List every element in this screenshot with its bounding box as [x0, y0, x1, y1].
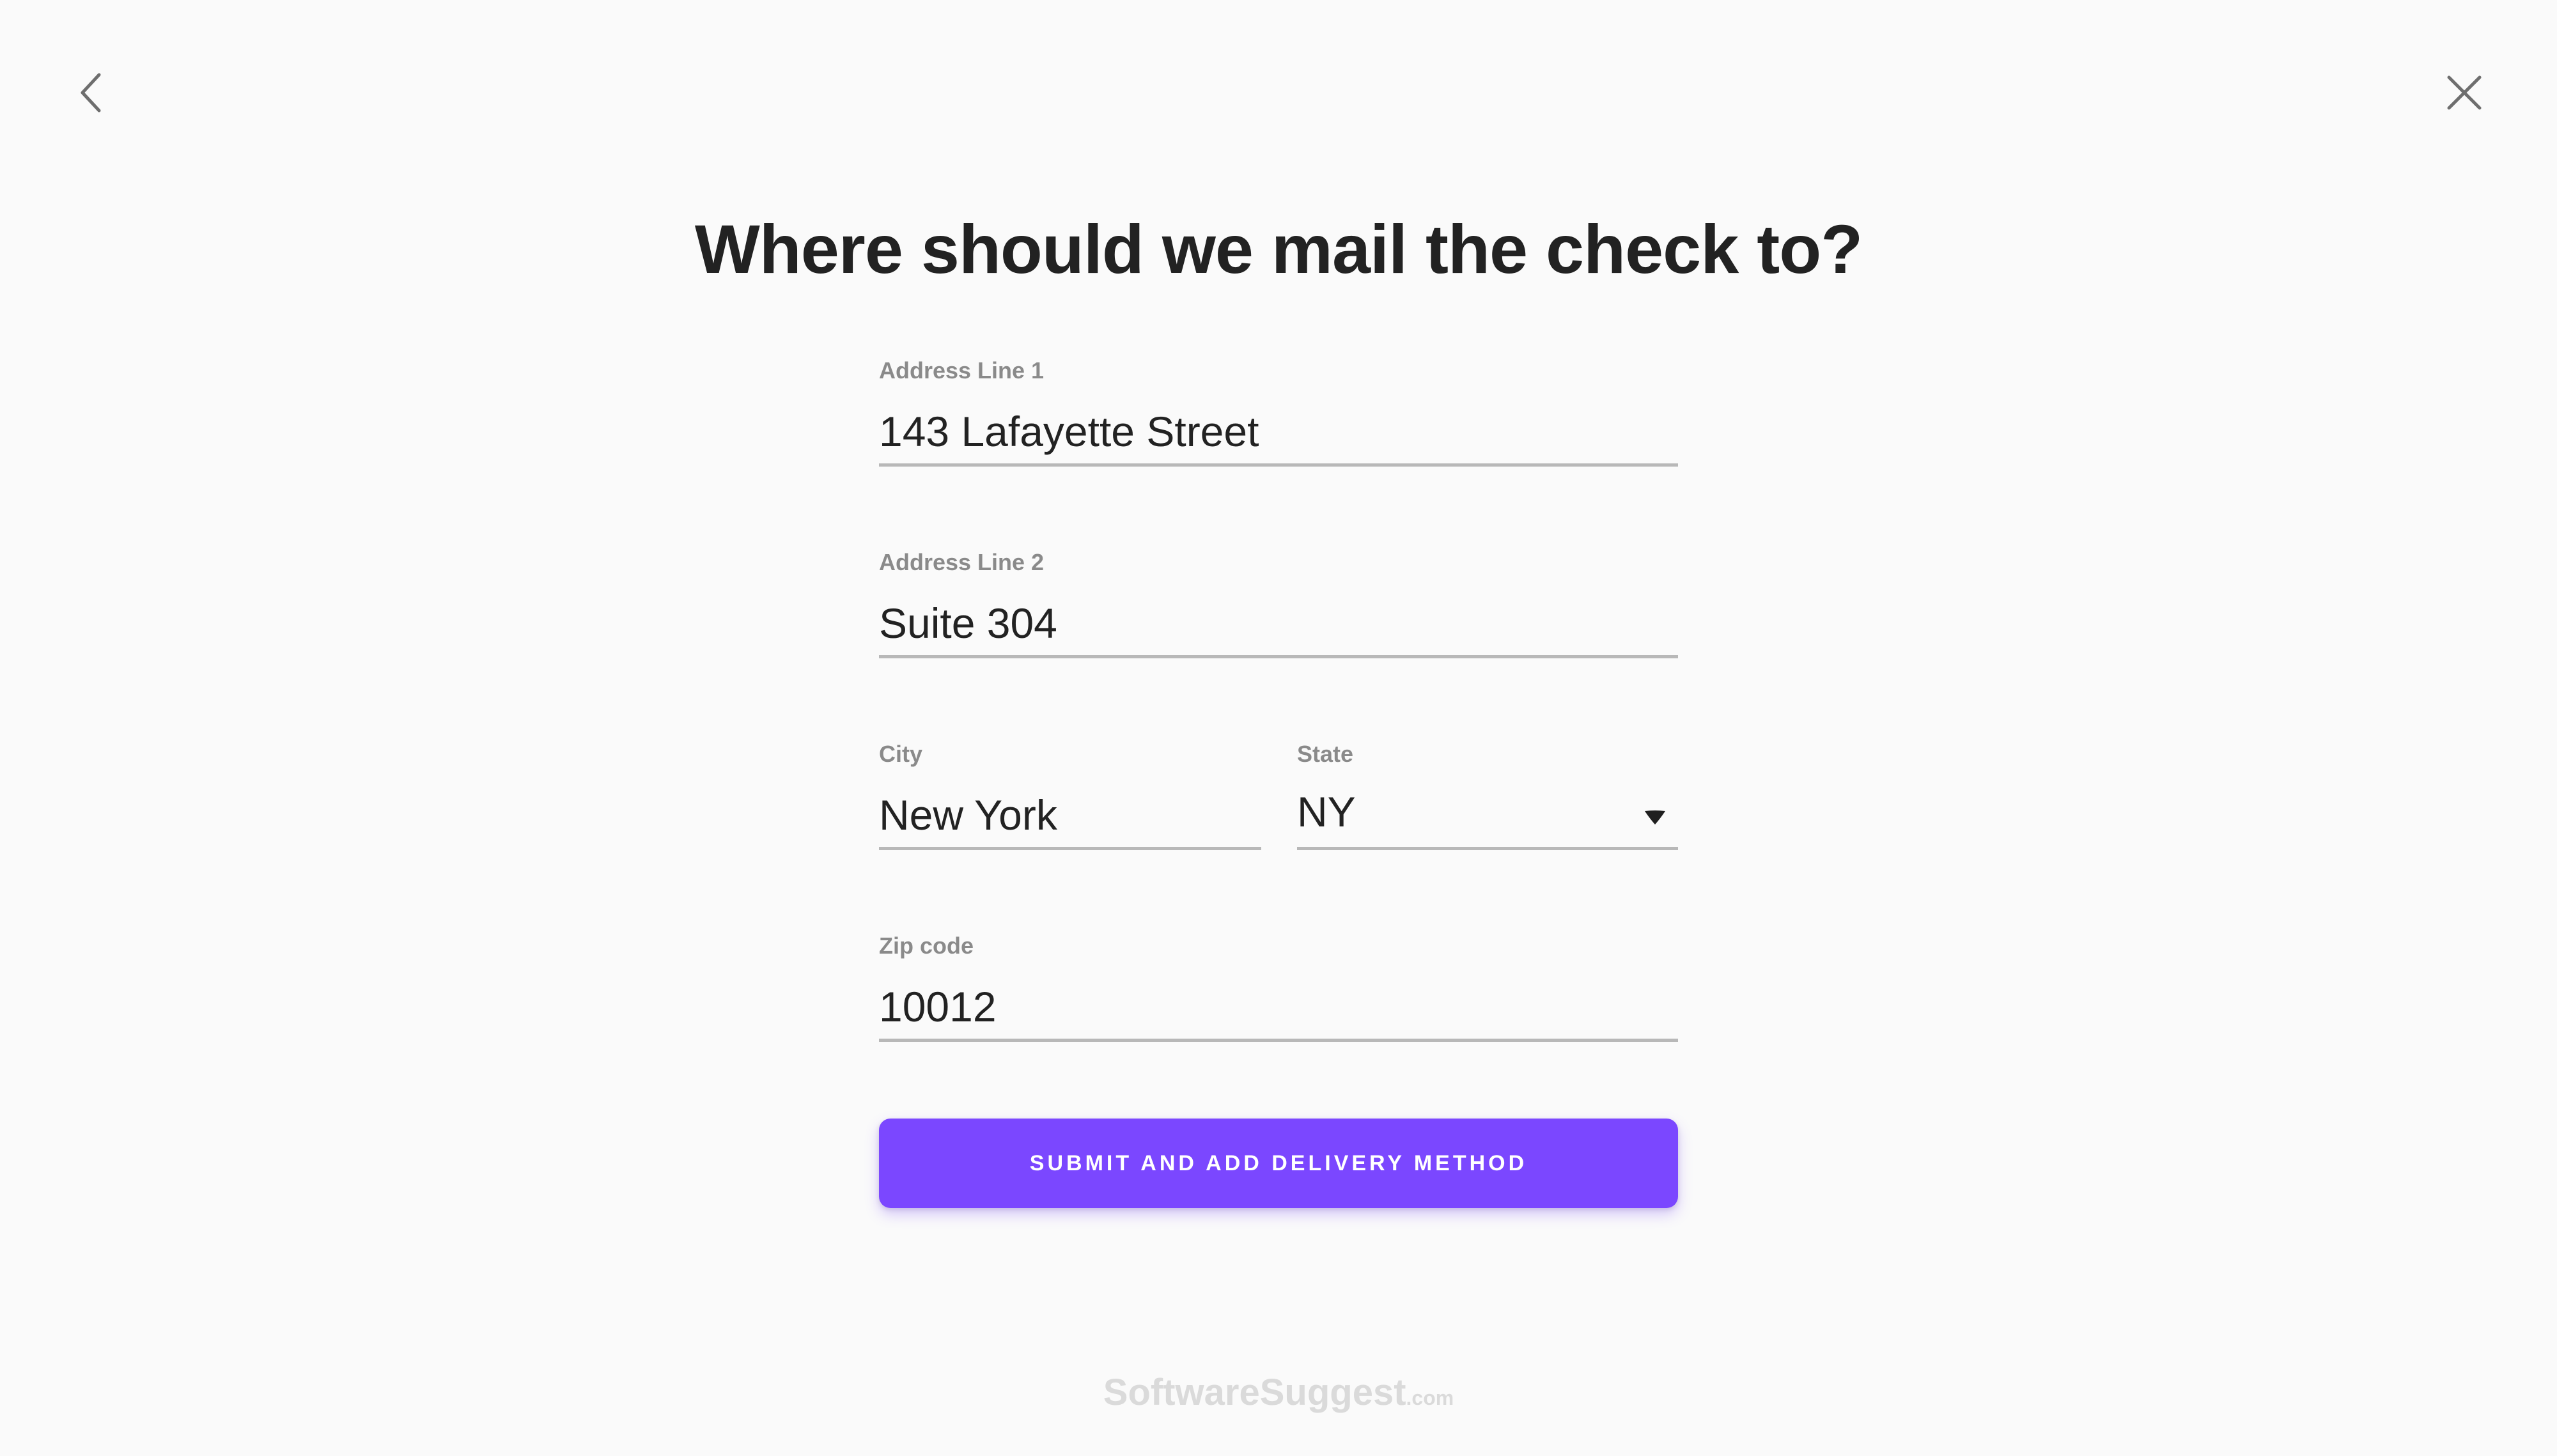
watermark-brand: SoftwareSuggest	[1103, 1372, 1406, 1413]
zip-code-field: Zip code	[879, 930, 1678, 1048]
zip-code-label: Zip code	[879, 933, 974, 959]
address-line-2-field: Address Line 2	[879, 546, 1678, 665]
city-label: City	[879, 741, 923, 767]
city-input[interactable]	[879, 783, 1261, 850]
state-selected-value: NY	[1297, 788, 1356, 835]
state-field: State NY	[1297, 738, 1678, 856]
address-line-2-input[interactable]	[879, 591, 1678, 658]
state-select[interactable]: NY	[1297, 783, 1678, 850]
chevron-left-icon	[67, 67, 118, 118]
zip-code-input[interactable]	[879, 975, 1678, 1042]
address-line-1-field: Address Line 1	[879, 355, 1678, 473]
watermark-suffix: .com	[1406, 1386, 1454, 1409]
back-button[interactable]	[58, 58, 128, 128]
city-field: City	[879, 738, 1261, 856]
close-button[interactable]	[2429, 58, 2499, 128]
address-line-1-label: Address Line 1	[879, 357, 1045, 383]
state-label: State	[1297, 741, 1354, 767]
close-icon	[2439, 67, 2490, 118]
address-line-1-input[interactable]	[879, 399, 1678, 467]
caret-down-icon	[1642, 807, 1668, 826]
submit-and-add-delivery-method-button[interactable]: SUBMIT AND ADD DELIVERY METHOD	[879, 1119, 1678, 1208]
address-line-2-label: Address Line 2	[879, 549, 1045, 575]
watermark: SoftwareSuggest.com	[0, 1371, 2557, 1414]
page-title: Where should we mail the check to?	[694, 210, 1863, 288]
